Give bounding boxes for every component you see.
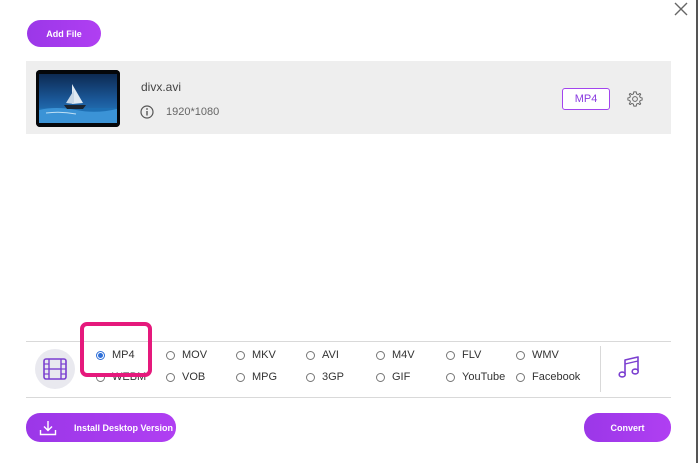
format-bar-vertical-divider: [600, 346, 601, 392]
output-format-badge[interactable]: MP4: [562, 88, 610, 110]
format-option-label: MOV: [182, 349, 208, 361]
format-option-mkv[interactable]: MKV: [236, 349, 276, 361]
radio-button[interactable]: [446, 372, 455, 382]
radio-button[interactable]: [96, 350, 105, 360]
radio-button[interactable]: [376, 350, 385, 360]
format-option-avi[interactable]: AVI: [306, 349, 339, 361]
format-bar-bottom-divider: [26, 397, 671, 398]
radio-button[interactable]: [376, 372, 385, 382]
window-edge: [696, 0, 698, 463]
info-icon[interactable]: [140, 105, 154, 119]
format-option-label: Facebook: [532, 371, 581, 383]
format-option-mpg[interactable]: MPG: [236, 371, 277, 383]
format-option-mp4[interactable]: MP4: [96, 349, 135, 361]
install-desktop-version-button[interactable]: Install Desktop Version: [26, 413, 176, 442]
format-option-facebook[interactable]: Facebook: [516, 371, 580, 383]
radio-button[interactable]: [166, 350, 175, 360]
file-resolution: 1920*1080: [166, 106, 220, 118]
format-option-label: GIF: [392, 371, 411, 383]
gear-icon[interactable]: [626, 90, 644, 108]
file-name: divx.avi: [141, 80, 182, 94]
format-option-flv[interactable]: FLV: [446, 349, 481, 361]
radio-button[interactable]: [516, 372, 525, 382]
format-option-mov[interactable]: MOV: [166, 349, 207, 361]
format-option-label: YouTube: [462, 371, 506, 383]
format-option-label: VOB: [182, 371, 206, 383]
install-label: Install Desktop Version: [74, 422, 174, 433]
format-option-label: 3GP: [322, 371, 345, 383]
convert-button[interactable]: Convert: [584, 413, 671, 442]
format-bar-top-divider: [26, 341, 671, 342]
radio-button[interactable]: [166, 372, 175, 382]
format-option-label: FLV: [462, 349, 482, 361]
file-row: divx.avi 1920*1080 MP4: [26, 61, 671, 134]
format-option-webm[interactable]: WEBM: [96, 371, 146, 383]
format-option-wmv[interactable]: WMV: [516, 349, 559, 361]
close-icon[interactable]: [670, 0, 692, 22]
format-option-label: WEBM: [112, 371, 147, 383]
radio-button[interactable]: [236, 350, 245, 360]
format-option-label: MKV: [252, 349, 276, 361]
format-option-youtube[interactable]: YouTube: [446, 371, 505, 383]
radio-button[interactable]: [236, 372, 245, 382]
radio-button[interactable]: [96, 372, 105, 382]
format-option-label: M4V: [392, 349, 415, 361]
format-option-gif[interactable]: GIF: [376, 371, 410, 383]
radio-button[interactable]: [306, 350, 315, 360]
radio-button[interactable]: [516, 350, 525, 360]
video-thumbnail: [36, 70, 120, 127]
format-option-label: MPG: [252, 371, 278, 383]
format-option-m4v[interactable]: M4V: [376, 349, 415, 361]
radio-button[interactable]: [446, 350, 455, 360]
format-option-label: MP4: [112, 349, 135, 361]
radio-button[interactable]: [306, 372, 315, 382]
format-option-label: WMV: [532, 349, 559, 361]
format-option-vob[interactable]: VOB: [166, 371, 205, 383]
format-option-3gp[interactable]: 3GP: [306, 371, 344, 383]
format-option-label: AVI: [322, 349, 339, 361]
film-icon[interactable]: [35, 349, 75, 389]
download-icon: [39, 420, 57, 436]
add-file-button[interactable]: Add File: [27, 20, 101, 47]
music-note-icon[interactable]: [615, 354, 643, 382]
